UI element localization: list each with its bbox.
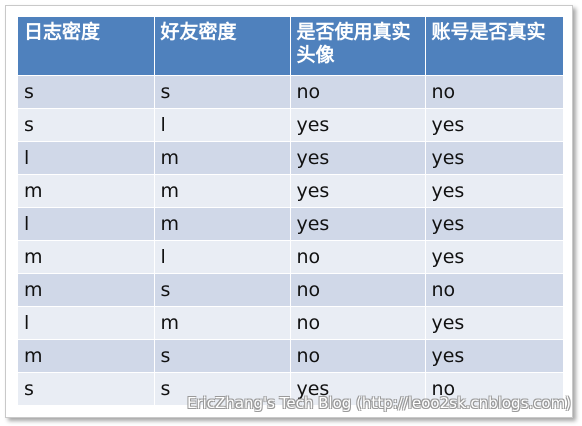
table-cell-real-avatar: no [290, 305, 426, 339]
table-cell-log-density: m [18, 173, 155, 207]
table-cell-log-density: s [18, 371, 155, 405]
table-cell-account-real: yes [425, 206, 563, 240]
table-cell-log-density: s [18, 107, 155, 141]
table-row: s l yes yes [18, 107, 563, 141]
table-cell-log-density: s [18, 74, 155, 108]
table-cell-real-avatar: yes [290, 107, 426, 141]
table-cell-log-density: l [18, 206, 155, 240]
table-row: l m yes yes [18, 206, 563, 240]
table-cell-friend-density: l [154, 239, 291, 273]
table-body: s s no no s l yes yes l m yes yes m m yes yes l m yes yes m l… [18, 74, 563, 405]
table-cell-real-avatar: no [290, 338, 426, 372]
table-cell-log-density: m [18, 338, 155, 372]
table-cell-account-real: yes [425, 239, 563, 273]
table-cell-account-real: no [425, 74, 563, 108]
header-cell-log-density: 日志密度 [18, 17, 155, 75]
table-cell-account-real: yes [425, 107, 563, 141]
table-cell-friend-density: s [154, 272, 291, 306]
table-row: s s no no [18, 74, 563, 108]
header-cell-friend-density: 好友密度 [154, 17, 291, 75]
table-cell-friend-density: m [154, 305, 291, 339]
table-cell-friend-density: s [154, 338, 291, 372]
table-cell-real-avatar: yes [290, 173, 426, 207]
table-row: m m yes yes [18, 173, 563, 207]
table-cell-log-density: l [18, 305, 155, 339]
table-row: m l no yes [18, 239, 563, 273]
header-row: 日志密度 好友密度 是否使用真实头像 账号是否真实 [18, 17, 563, 75]
watermark-text: EricZhang's Tech Blog (http://leoo2sk.cn… [187, 394, 572, 412]
table-cell-real-avatar: yes [290, 140, 426, 174]
table-cell-log-density: m [18, 239, 155, 273]
table-row: l m no yes [18, 305, 563, 339]
table-cell-account-real: yes [425, 338, 563, 372]
table-cell-friend-density: m [154, 140, 291, 174]
table-cell-log-density: l [18, 140, 155, 174]
table-cell-log-density: m [18, 272, 155, 306]
data-table: 日志密度 好友密度 是否使用真实头像 账号是否真实 s s no no s l yes yes… [18, 17, 563, 405]
table-cell-friend-density: s [154, 74, 291, 108]
table-row: m s no yes [18, 338, 563, 372]
table-cell-real-avatar: no [290, 74, 426, 108]
header-cell-account-real: 账号是否真实 [425, 17, 563, 75]
screenshot-frame: 日志密度 好友密度 是否使用真实头像 账号是否真实 s s no no s l yes yes… [5, 5, 573, 418]
table-cell-real-avatar: no [290, 239, 426, 273]
table-row: m s no no [18, 272, 563, 306]
table-cell-friend-density: l [154, 107, 291, 141]
table-cell-friend-density: m [154, 173, 291, 207]
table-cell-real-avatar: yes [290, 206, 426, 240]
header-cell-real-avatar: 是否使用真实头像 [290, 17, 426, 75]
table-cell-account-real: yes [425, 173, 563, 207]
table-cell-friend-density: m [154, 206, 291, 240]
table-row: l m yes yes [18, 140, 563, 174]
table-cell-account-real: yes [425, 140, 563, 174]
table-cell-account-real: yes [425, 305, 563, 339]
table-cell-real-avatar: no [290, 272, 426, 306]
table-cell-account-real: no [425, 272, 563, 306]
